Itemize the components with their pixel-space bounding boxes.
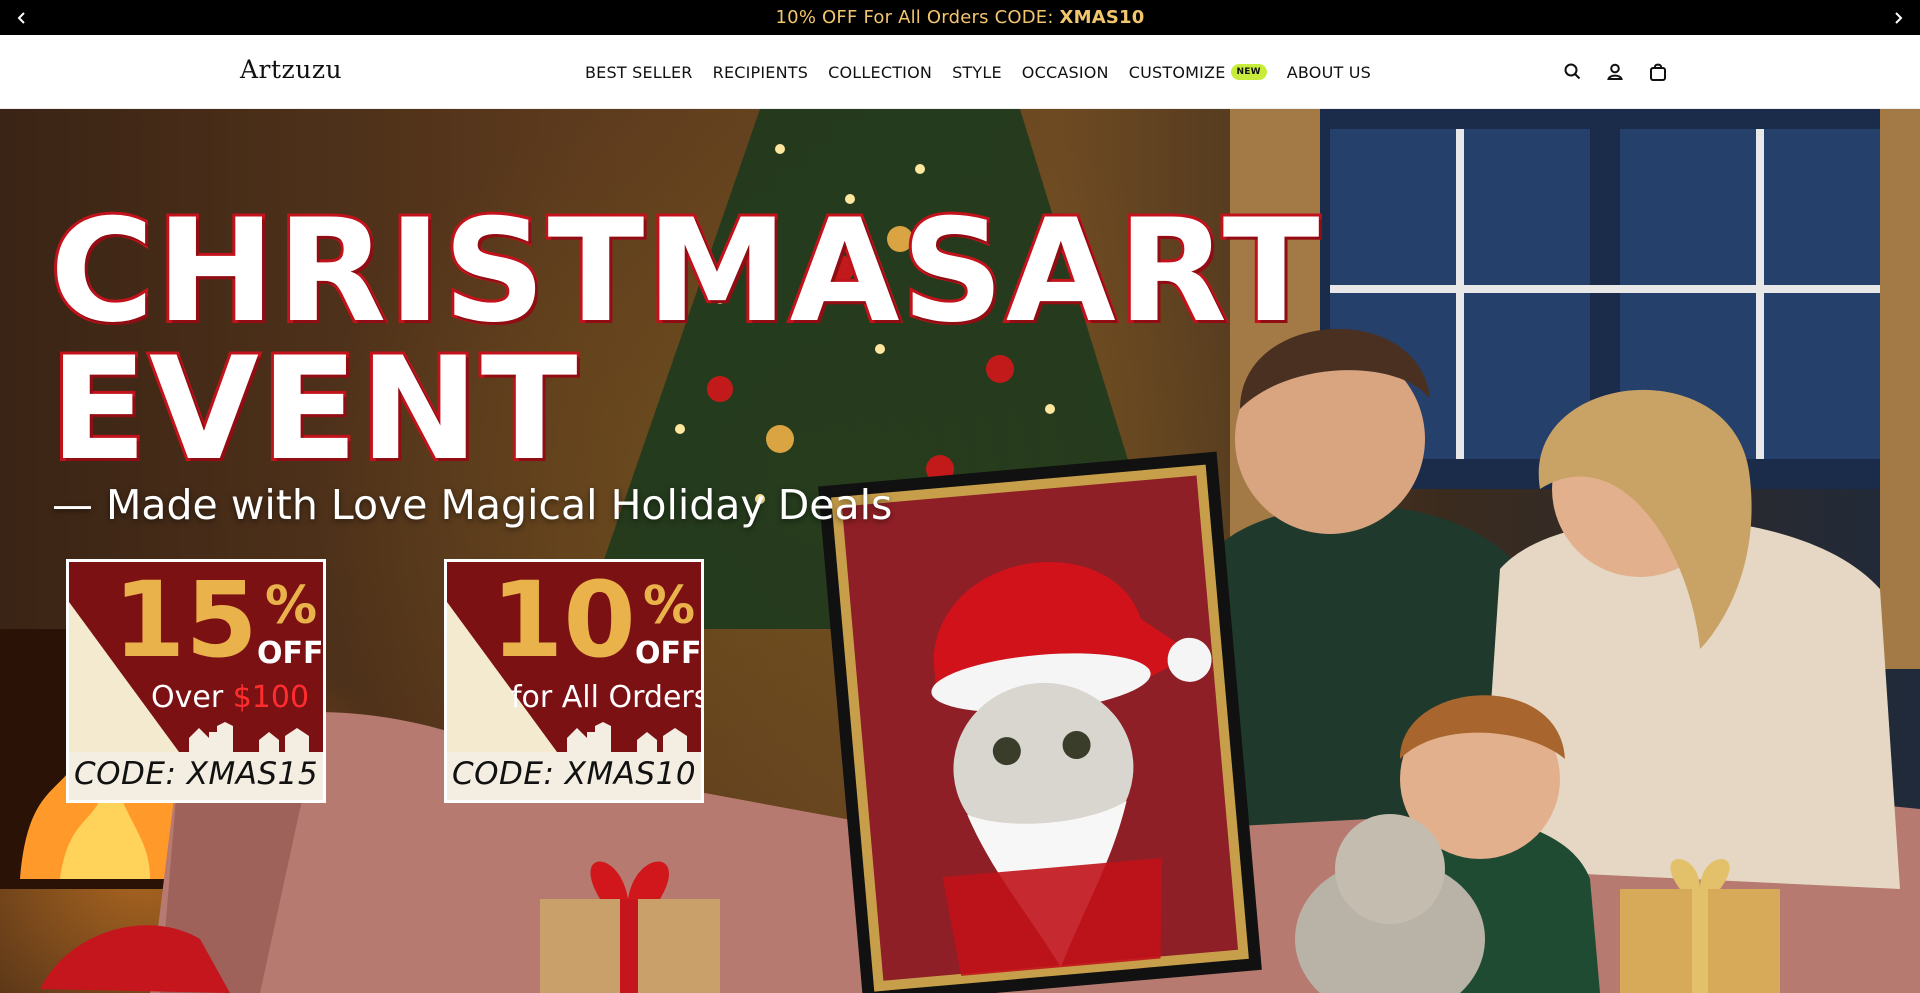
nav-best-seller[interactable]: BEST SELLER bbox=[585, 63, 693, 82]
hero-banner[interactable]: CHRISTMASART EVENT — Made with Love Magi… bbox=[0, 109, 1920, 993]
brand-logo[interactable]: Artzuzu bbox=[240, 55, 342, 84]
chevron-right-icon[interactable] bbox=[1876, 0, 1920, 35]
nav-recipients[interactable]: RECIPIENTS bbox=[713, 63, 809, 82]
coupon-percent: 15 bbox=[113, 562, 258, 681]
cart-icon[interactable] bbox=[1647, 61, 1669, 83]
chevron-left-icon[interactable] bbox=[0, 0, 44, 35]
coupon-percent-symbol: % bbox=[265, 576, 318, 636]
coupon-condition-text: for All Orders bbox=[511, 680, 701, 715]
site-header: Artzuzu BEST SELLER RECIPIENTS COLLECTIO… bbox=[0, 35, 1920, 109]
coupon-code: CODE: XMAS10 bbox=[451, 756, 697, 792]
coupon-condition: for All Orders bbox=[511, 680, 701, 715]
account-icon[interactable] bbox=[1604, 61, 1626, 83]
coupon-code: CODE: XMAS15 bbox=[73, 756, 319, 792]
nav-about-us[interactable]: ABOUT US bbox=[1287, 63, 1371, 82]
new-badge: NEW bbox=[1230, 64, 1267, 80]
coupon-condition-amount: $100 bbox=[232, 680, 310, 715]
hero-subtitle: — Made with Love Magical Holiday Deals bbox=[52, 481, 893, 529]
search-icon[interactable] bbox=[1562, 61, 1584, 83]
coupon-panel: 15 % OFF Over $100 bbox=[69, 562, 323, 752]
announcement-code: XMAS10 bbox=[1059, 7, 1145, 28]
coupon-condition: Over $100 bbox=[151, 680, 309, 715]
coupon-panel: 10 % OFF for All Orders bbox=[447, 562, 701, 752]
main-nav: BEST SELLER RECIPIENTS COLLECTION STYLE … bbox=[585, 35, 1371, 109]
nav-occasion[interactable]: OCCASION bbox=[1022, 63, 1109, 82]
nav-customize[interactable]: CUSTOMIZE NEW bbox=[1129, 63, 1267, 82]
hero-title-line-2: EVENT bbox=[47, 327, 581, 492]
announcement-bar: 10% OFF For All Orders CODE: XMAS10 bbox=[0, 0, 1920, 35]
coupon-percent: 10 bbox=[491, 562, 636, 681]
coupon-percent-symbol: % bbox=[643, 576, 696, 636]
nav-customize-label: CUSTOMIZE bbox=[1128, 62, 1226, 82]
announcement-text: 10% OFF For All Orders CODE: bbox=[775, 7, 1060, 28]
coupon-card-15[interactable]: 15 % OFF Over $100 CODE: XMAS15 bbox=[66, 559, 326, 803]
nav-collection[interactable]: COLLECTION bbox=[828, 63, 932, 82]
houses-icon bbox=[189, 722, 309, 752]
coupon-off: OFF bbox=[257, 636, 323, 671]
coupon-card-10[interactable]: 10 % OFF for All Orders CODE: XMAS10 bbox=[444, 559, 704, 803]
coupon-off: OFF bbox=[635, 636, 701, 671]
announcement-message[interactable]: 10% OFF For All Orders CODE: XMAS10 bbox=[776, 7, 1145, 28]
coupon-condition-text: Over bbox=[151, 680, 233, 715]
nav-style[interactable]: STYLE bbox=[952, 63, 1002, 82]
hero-title-line-1: CHRISTMASART bbox=[47, 189, 1323, 354]
houses-icon bbox=[567, 722, 687, 752]
